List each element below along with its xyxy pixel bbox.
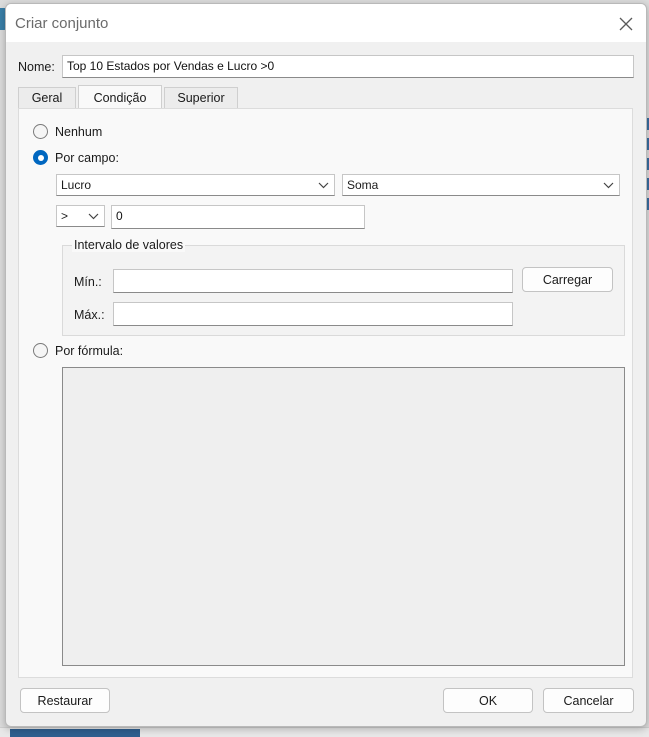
min-label: Mín.: (74, 275, 102, 289)
name-label: Nome: (18, 60, 55, 74)
condition-panel: Nenhum Por campo: Lucro Soma > Intervalo… (18, 108, 633, 678)
formula-editor[interactable] (62, 367, 625, 666)
value-field[interactable] (111, 205, 365, 229)
min-field[interactable] (113, 269, 513, 293)
title-bar: Criar conjunto (6, 4, 646, 42)
none-radio[interactable] (33, 124, 48, 139)
close-button[interactable] (612, 10, 640, 38)
chevron-down-icon (603, 182, 614, 189)
tab-general[interactable]: Geral (18, 87, 76, 109)
reset-button[interactable]: Restaurar (20, 688, 110, 713)
max-input[interactable] (118, 306, 508, 320)
load-button[interactable]: Carregar (522, 267, 613, 292)
aggregation-select[interactable]: Soma (342, 174, 620, 196)
aggregation-select-value: Soma (347, 178, 379, 192)
close-icon (619, 17, 633, 31)
by-formula-label: Por fórmula: (55, 344, 124, 358)
field-select[interactable]: Lucro (56, 174, 335, 196)
create-set-dialog: Criar conjunto Nome: Geral Condição Supe… (5, 3, 647, 727)
by-field-label: Por campo: (55, 151, 119, 165)
chevron-down-icon (318, 182, 329, 189)
ok-button[interactable]: OK (443, 688, 533, 713)
name-input[interactable] (67, 59, 629, 73)
value-input[interactable] (116, 209, 360, 223)
max-label: Máx.: (74, 308, 105, 322)
min-input[interactable] (118, 273, 508, 287)
by-formula-radio[interactable] (33, 343, 48, 358)
by-field-radio[interactable] (33, 150, 48, 165)
chevron-down-icon (88, 213, 99, 220)
value-range-label: Intervalo de valores (72, 238, 186, 252)
value-range-group: Intervalo de valores Mín.: Carregar Máx.… (62, 238, 625, 336)
operator-select-value: > (61, 209, 69, 223)
tab-condition[interactable]: Condição (78, 85, 162, 109)
cancel-button[interactable]: Cancelar (543, 688, 634, 713)
background-app-tab (10, 729, 140, 737)
dialog-title: Criar conjunto (15, 15, 109, 32)
max-field[interactable] (113, 302, 513, 326)
none-label: Nenhum (55, 125, 103, 139)
tab-top[interactable]: Superior (164, 87, 238, 109)
name-field[interactable] (62, 55, 634, 78)
field-select-value: Lucro (61, 178, 92, 192)
operator-select[interactable]: > (56, 205, 105, 227)
